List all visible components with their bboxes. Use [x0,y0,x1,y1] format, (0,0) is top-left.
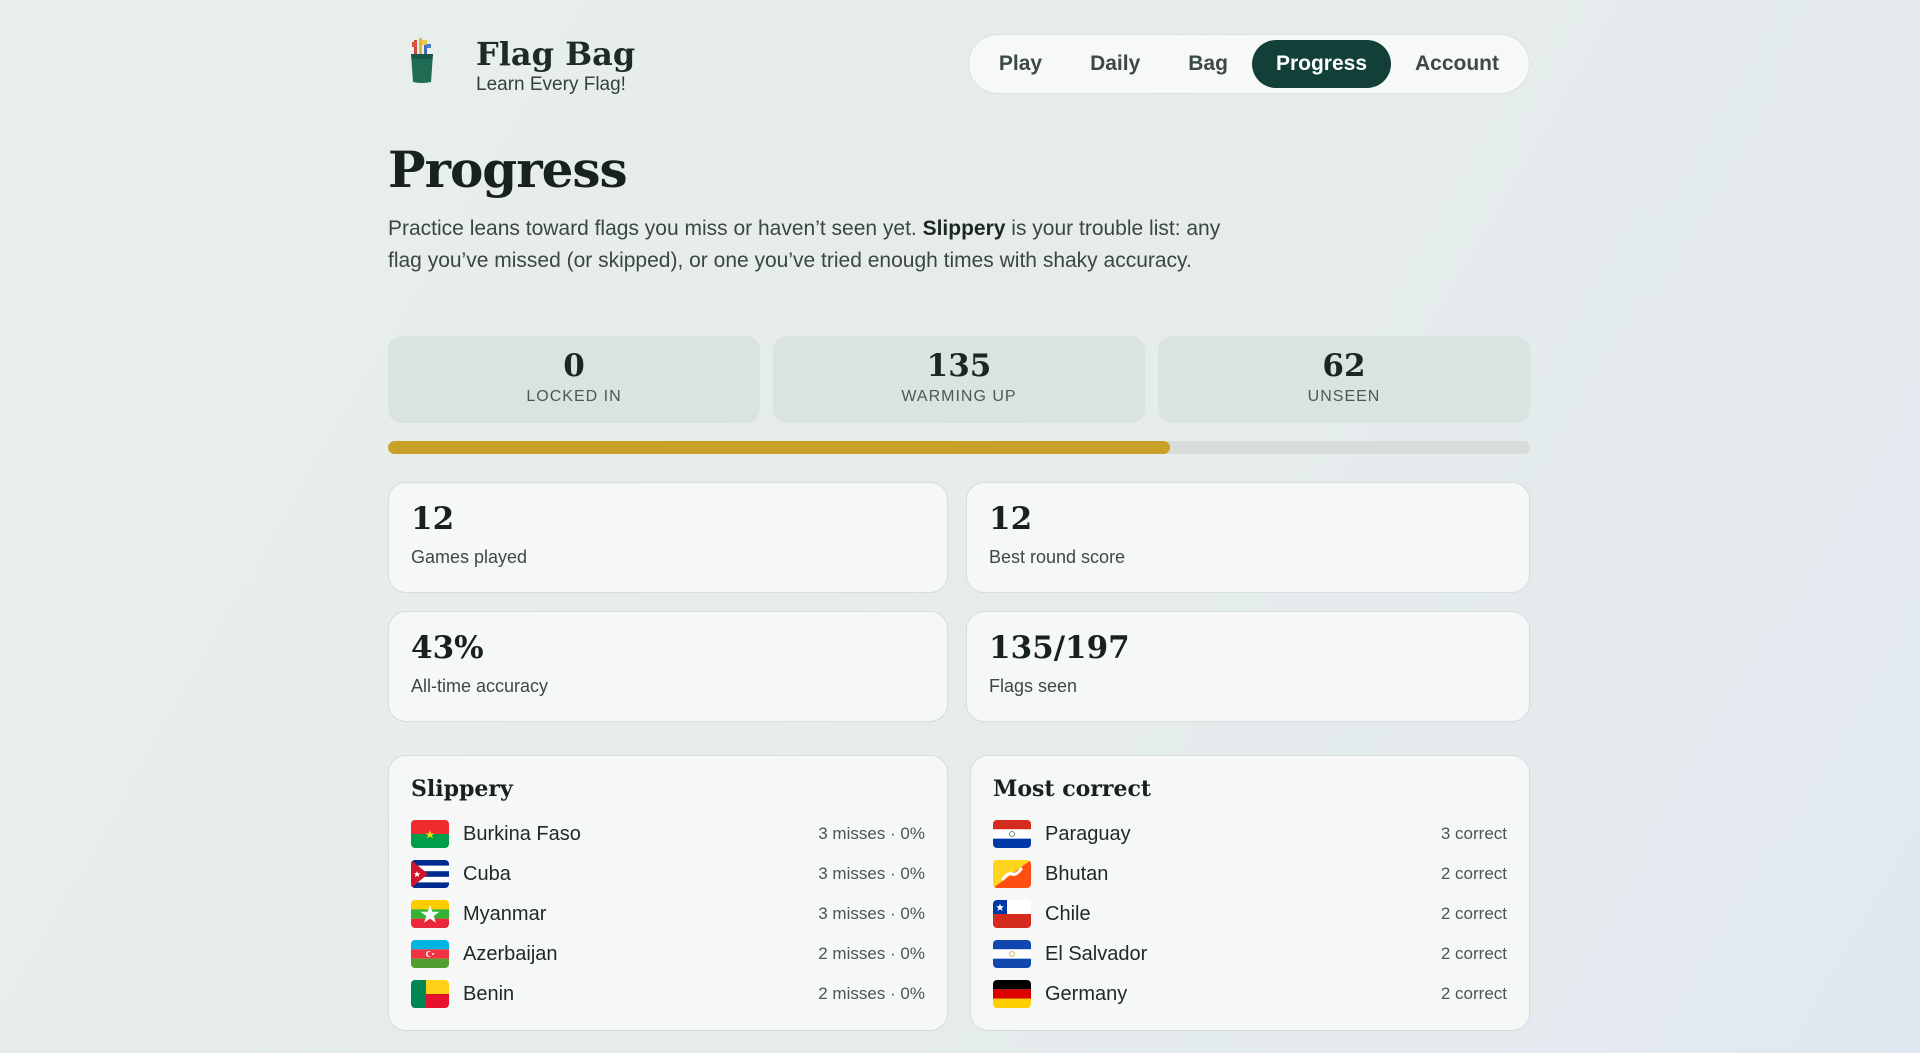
stat-label: All-time accuracy [411,676,549,696]
country-name: El Salvador [1045,942,1148,965]
country-name: Cuba [463,862,511,885]
tier-value: 0 [563,348,585,384]
progress-page: Flag Bag Learn Every Flag! Play Daily Ba… [388,0,1530,1053]
main-nav: Play Daily Bag Progress Account [967,34,1530,94]
tier-value: 135 [926,348,992,384]
progress-bar [388,441,1530,454]
azerbaijan-flag-icon [411,940,449,968]
country-name: Benin [463,982,515,1005]
nav-bag[interactable]: Bag [1164,40,1252,88]
country-name: Bhutan [1045,862,1109,885]
country-name: Chile [1045,902,1091,925]
list-item[interactable]: Cuba 3 misses · 0% [411,854,925,894]
nav-daily[interactable]: Daily [1066,40,1164,88]
bag-of-flags-icon [402,36,442,86]
miss-stats: 2 misses · 0% [818,984,925,1003]
tier-locked-in: 0 LOCKED IN [388,336,760,423]
nav-progress[interactable]: Progress [1251,40,1391,88]
brand-title: Flag Bag [476,35,636,73]
page-title: Progress [388,140,628,199]
nav-account[interactable]: Account [1391,40,1523,88]
list-item[interactable]: Paraguay 3 correct [993,814,1507,854]
country-name: Azerbaijan [463,942,558,965]
country-name: Burkina Faso [463,822,581,845]
brand[interactable]: Flag Bag Learn Every Flag! [402,36,635,96]
stat-label: Best round score [989,547,1126,567]
stat-label: Games played [411,547,528,567]
benin-flag-icon [411,980,449,1008]
intro-part-1: Practice leans toward flags you miss or … [388,217,923,240]
slippery-list: Slippery Burkina Faso 3 misses · 0% Cuba… [388,755,948,1031]
myanmar-flag-icon [411,900,449,928]
list-item[interactable]: Bhutan 2 correct [993,854,1507,894]
slippery-title: Slippery [411,776,513,802]
stat-value: 135/197 [989,630,1130,666]
correct-count: 3 correct [1440,824,1507,843]
intro-highlight: Slippery [922,217,1006,240]
chile-flag-icon [993,900,1031,928]
miss-stats: 3 misses · 0% [818,904,925,923]
miss-stats: 2 misses · 0% [818,944,925,963]
most-correct-title: Most correct [993,776,1152,802]
cuba-flag-icon [411,860,449,888]
tier-value: 62 [1322,348,1366,384]
miss-stats: 3 misses · 0% [818,864,925,883]
list-item[interactable]: Chile 2 correct [993,894,1507,934]
stat-accuracy: 43% All-time accuracy [388,611,948,722]
tier-label: UNSEEN [1307,388,1381,405]
stat-cards: 12 Games played 12 Best round score 43% … [388,482,1530,722]
correct-count: 2 correct [1440,904,1507,923]
tier-summary: 0 LOCKED IN 135 WARMING UP 62 UNSEEN [388,336,1530,423]
burkina-faso-flag-icon [411,820,449,848]
country-name: Myanmar [463,902,547,925]
stat-value: 12 [411,501,455,537]
list-item[interactable]: Azerbaijan 2 misses · 0% [411,934,925,974]
country-name: Paraguay [1045,822,1131,845]
nav-play[interactable]: Play [975,40,1066,88]
tier-warming-up: 135 WARMING UP [773,336,1145,423]
tier-label: LOCKED IN [526,388,622,405]
stat-label: Flags seen [989,676,1078,696]
list-item[interactable]: Germany 2 correct [993,974,1507,1014]
tier-label: WARMING UP [901,388,1017,405]
stat-games-played: 12 Games played [388,482,948,593]
stat-value: 12 [989,501,1033,537]
country-name: Germany [1045,982,1128,1005]
correct-count: 2 correct [1440,944,1507,963]
stat-best-round: 12 Best round score [966,482,1530,593]
stat-flags-seen: 135/197 Flags seen [966,611,1530,722]
germany-flag-icon [993,980,1031,1008]
list-item[interactable]: Myanmar 3 misses · 0% [411,894,925,934]
correct-count: 2 correct [1440,984,1507,1003]
miss-stats: 3 misses · 0% [818,824,925,843]
list-item[interactable]: Benin 2 misses · 0% [411,974,925,1014]
intro-text: Practice leans toward flags you miss or … [388,213,1228,277]
most-correct-list: Most correct Paraguay 3 correct Bhutan 2… [970,755,1530,1031]
list-item[interactable]: El Salvador 2 correct [993,934,1507,974]
flag-lists: Slippery Burkina Faso 3 misses · 0% Cuba… [388,755,1530,1031]
tier-unseen: 62 UNSEEN [1158,336,1530,423]
paraguay-flag-icon [993,820,1031,848]
progress-bar-fill [388,441,1171,454]
el-salvador-flag-icon [993,940,1031,968]
stat-value: 43% [411,630,484,666]
correct-count: 2 correct [1440,864,1507,883]
bhutan-flag-icon [993,860,1031,888]
brand-subtitle: Learn Every Flag! [476,74,626,95]
list-item[interactable]: Burkina Faso 3 misses · 0% [411,814,925,854]
